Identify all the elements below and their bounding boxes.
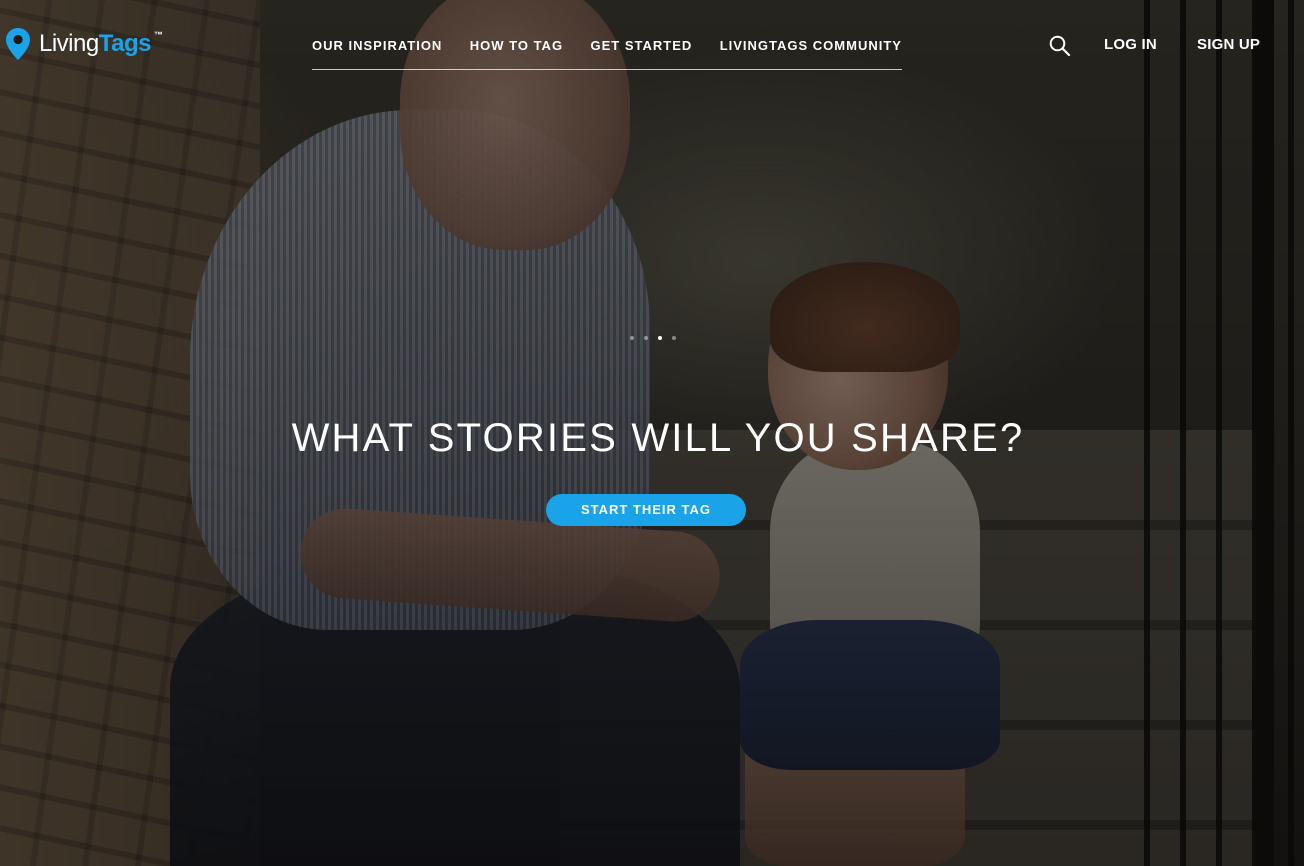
main-nav: OUR INSPIRATION HOW TO TAG GET STARTED L… (312, 36, 902, 70)
carousel-dot-3[interactable] (658, 336, 662, 340)
nav-item-our-inspiration[interactable]: OUR INSPIRATION (312, 36, 442, 56)
brand-name-living: Living (39, 30, 99, 57)
start-their-tag-button[interactable]: START THEIR TAG (546, 494, 746, 526)
search-icon (1049, 35, 1071, 57)
brand-wordmark: Living Tags ™ (39, 30, 163, 57)
login-link[interactable]: LOG IN (1104, 35, 1157, 55)
nav-item-get-started[interactable]: GET STARTED (591, 36, 693, 56)
hero-headline: WHAT STORIES WILL YOU SHARE? (291, 416, 1025, 460)
carousel-dot-1[interactable] (630, 336, 634, 340)
signup-link[interactable]: SIGN UP (1197, 35, 1260, 55)
carousel-dot-2[interactable] (644, 336, 648, 340)
search-button[interactable] (1049, 35, 1071, 57)
map-pin-icon (6, 28, 30, 60)
carousel-dots (630, 336, 676, 340)
trademark-symbol: ™ (153, 30, 163, 40)
carousel-dot-4[interactable] (672, 336, 676, 340)
brand-logo[interactable]: Living Tags ™ (6, 28, 163, 60)
nav-item-how-to-tag[interactable]: HOW TO TAG (470, 36, 563, 56)
brand-name-tags: Tags (98, 30, 152, 57)
nav-item-livingtags-community[interactable]: LIVINGTAGS COMMUNITY (720, 36, 902, 56)
